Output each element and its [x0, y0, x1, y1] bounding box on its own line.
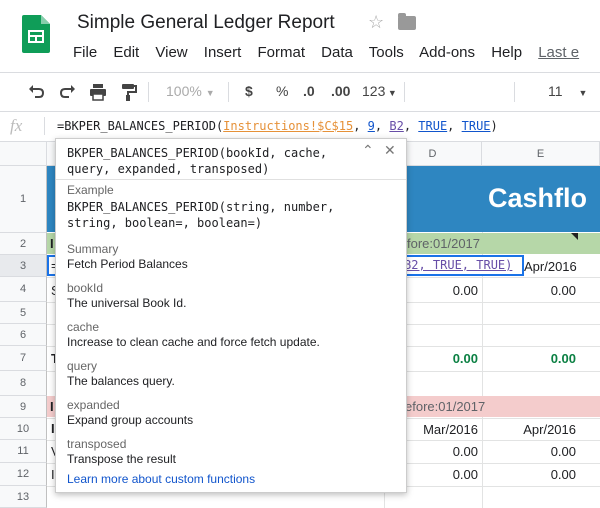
increase-decimal-button[interactable]: .00: [331, 83, 350, 99]
row-header-3[interactable]: 3: [0, 255, 47, 277]
document-title[interactable]: Simple General Ledger Report: [77, 12, 335, 34]
param-desc: Increase to clean cache and force fetch …: [67, 335, 320, 349]
row9-text: efore:01/2017: [405, 399, 486, 414]
font-size-select[interactable]: 11 ▼: [548, 83, 587, 99]
row10-col-e[interactable]: Apr/2016: [482, 422, 576, 437]
row-header-8[interactable]: 8: [0, 371, 47, 396]
param-desc: The universal Book Id.: [67, 296, 187, 310]
comment-indicator[interactable]: [571, 233, 578, 240]
row-header-4[interactable]: 4: [0, 277, 47, 302]
row-header-12[interactable]: 12: [0, 463, 47, 486]
menu-insert[interactable]: Insert: [204, 44, 242, 61]
row-header-6[interactable]: 6: [0, 324, 47, 346]
summary-text: Fetch Period Balances: [67, 257, 188, 271]
row-header-10[interactable]: 10: [0, 418, 47, 440]
menu-tools[interactable]: Tools: [369, 44, 404, 61]
param-name: bookId: [67, 281, 104, 295]
example-label: Example: [67, 183, 114, 197]
formula-input[interactable]: =BKPER_BALANCES_PERIOD(Instructions!$C$1…: [57, 119, 498, 133]
edit-formula-tail: B2, TRUE, TRUE): [404, 258, 513, 272]
param-name: transposed: [67, 437, 127, 451]
param-name: cache: [67, 320, 100, 334]
cashflow-title: Cashflo: [488, 183, 588, 213]
summary-label: Summary: [67, 242, 119, 256]
row-header-13[interactable]: 13: [0, 486, 47, 508]
function-help-tooltip: BKPER_BALANCES_PERIOD(bookId, cache, que…: [55, 138, 407, 493]
row2-text: fore:01/2017: [407, 236, 481, 251]
select-all-corner[interactable]: [0, 142, 47, 166]
folder-icon[interactable]: [398, 13, 416, 30]
redo-icon[interactable]: [58, 83, 76, 101]
row11-col-e[interactable]: 0.00: [482, 444, 576, 459]
learn-more-link[interactable]: Learn more about custom functions: [67, 472, 255, 486]
menu-bar: File Edit View Insert Format Data Tools …: [73, 44, 591, 61]
row7-col-e[interactable]: 0.00: [482, 351, 576, 366]
column-header-e[interactable]: E: [482, 142, 600, 166]
row9-col-a: I: [50, 399, 54, 414]
row-header-9[interactable]: 9: [0, 396, 47, 418]
menu-view[interactable]: View: [155, 44, 187, 61]
toolbar: 100% ▼ $ % .0 .00 123 ▼ 11 ▼: [0, 72, 600, 112]
print-icon[interactable]: [89, 83, 107, 101]
menu-data[interactable]: Data: [321, 44, 353, 61]
last-edit-link[interactable]: Last e: [538, 44, 579, 61]
function-signature: BKPER_BALANCES_PERIOD(bookId, cache, que…: [67, 146, 328, 176]
example-text: BKPER_BALANCES_PERIOD(string, number, st…: [67, 200, 335, 230]
param-desc: Transpose the result: [67, 452, 176, 466]
star-icon[interactable]: ☆: [368, 12, 384, 33]
row-header-5[interactable]: 5: [0, 302, 47, 324]
param-name: expanded: [67, 398, 120, 412]
close-icon[interactable]: ✕: [384, 142, 396, 159]
param-desc: The balances query.: [67, 374, 175, 388]
row3-col-e[interactable]: Apr/2016: [524, 259, 577, 274]
menu-addons[interactable]: Add-ons: [419, 44, 475, 61]
row-header-2[interactable]: 2: [0, 233, 47, 255]
paint-format-icon[interactable]: [120, 83, 138, 101]
decrease-decimal-button[interactable]: .0: [303, 83, 315, 99]
zoom-select[interactable]: 100% ▼: [166, 83, 215, 99]
fx-icon: fx: [10, 116, 23, 135]
percent-format-button[interactable]: %: [276, 83, 288, 99]
menu-format[interactable]: Format: [257, 44, 305, 61]
menu-help[interactable]: Help: [491, 44, 522, 61]
row-header-11[interactable]: 11: [0, 440, 47, 463]
more-formats-button[interactable]: 123 ▼: [362, 83, 397, 99]
currency-format-button[interactable]: $: [245, 83, 253, 99]
row2-col-a: I: [50, 236, 54, 251]
sheets-logo-icon[interactable]: [22, 15, 50, 53]
row-header-7[interactable]: 7: [0, 346, 47, 371]
menu-edit[interactable]: Edit: [113, 44, 139, 61]
row4-col-e[interactable]: 0.00: [482, 283, 576, 298]
param-desc: Expand group accounts: [67, 413, 194, 427]
param-name: query: [67, 359, 98, 373]
menu-file[interactable]: File: [73, 44, 97, 61]
undo-icon[interactable]: [28, 83, 46, 101]
row-header-1[interactable]: 1: [0, 166, 47, 233]
collapse-chevron-icon[interactable]: ⌃: [362, 142, 374, 159]
row12-col-e[interactable]: 0.00: [482, 467, 576, 482]
